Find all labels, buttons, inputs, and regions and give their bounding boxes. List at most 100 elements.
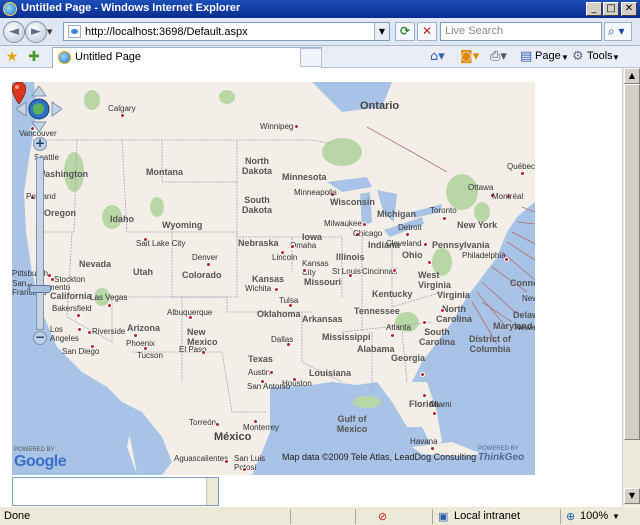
status-divider	[290, 509, 291, 524]
zoom-in-button[interactable]: +	[33, 137, 47, 151]
city-marker[interactable]	[224, 459, 229, 464]
city-marker[interactable]	[290, 244, 295, 249]
textarea-scrollbar[interactable]	[206, 478, 218, 505]
city-label: Chicago	[353, 229, 383, 238]
add-favorite-icon[interactable]: ✚	[26, 49, 42, 65]
city-marker[interactable]	[107, 303, 112, 308]
protected-mode-icon[interactable]: ⊘	[378, 510, 387, 523]
zoom-slider-handle[interactable]	[29, 285, 51, 293]
city-marker[interactable]	[286, 342, 291, 347]
city-marker[interactable]	[422, 393, 427, 398]
page-icon	[68, 25, 81, 38]
home-icon[interactable]: ⌂▾	[430, 49, 445, 64]
city-marker[interactable]	[143, 346, 148, 351]
zoom-out-button[interactable]: −	[33, 331, 47, 345]
zoom-icon[interactable]: ⊕	[566, 510, 575, 523]
city-marker[interactable]	[348, 273, 353, 278]
city-marker[interactable]	[442, 216, 447, 221]
city-marker[interactable]	[206, 262, 211, 267]
city-marker[interactable]	[440, 308, 445, 313]
city-marker[interactable]	[423, 242, 428, 247]
maximize-button[interactable]: □	[603, 2, 619, 16]
scroll-thumb[interactable]	[624, 84, 640, 440]
city-marker[interactable]	[201, 350, 206, 355]
address-url[interactable]: http://localhost:3698/Default.aspx	[85, 26, 248, 38]
city-marker[interactable]	[294, 124, 299, 129]
refresh-button[interactable]: ⟳	[395, 22, 415, 41]
city-marker[interactable]	[87, 330, 92, 335]
address-field[interactable]: http://localhost:3698/Default.aspx ▼	[63, 22, 390, 41]
city-label: Monterrey	[243, 423, 280, 432]
new-tab-button[interactable]	[300, 48, 322, 67]
text-area[interactable]	[12, 477, 219, 506]
city-label: New	[522, 294, 535, 303]
city-marker[interactable]	[405, 232, 410, 237]
city-marker[interactable]	[215, 422, 220, 427]
city-marker[interactable]	[50, 277, 55, 282]
city-marker[interactable]	[280, 250, 285, 255]
zoom-slider-track[interactable]	[36, 157, 44, 330]
history-dropdown-icon[interactable]: ▼	[47, 28, 52, 36]
close-button[interactable]: ✕	[621, 2, 637, 16]
scroll-down-icon[interactable]: ▼	[624, 488, 640, 504]
city-marker[interactable]	[420, 372, 425, 377]
city-marker[interactable]	[504, 257, 509, 262]
city-marker[interactable]	[120, 113, 125, 118]
city-marker[interactable]	[292, 377, 297, 382]
tools-gear-icon[interactable]: ⚙	[572, 49, 584, 64]
city-marker[interactable]	[422, 320, 427, 325]
city-marker[interactable]	[143, 237, 148, 242]
state-label: Mississippi	[322, 332, 371, 342]
tab-untitled-page[interactable]: Untitled Page	[52, 47, 322, 68]
page-menu-arrow-icon: ▼	[561, 53, 569, 62]
city-marker[interactable]	[77, 327, 82, 332]
city-label: Miami	[430, 400, 452, 409]
page-menu[interactable]: Page	[535, 50, 561, 62]
city-marker[interactable]	[274, 287, 279, 292]
city-marker[interactable]	[362, 222, 367, 227]
city-marker[interactable]	[253, 419, 258, 424]
feeds-icon[interactable]: ◙▾	[460, 49, 479, 64]
city-marker[interactable]	[427, 260, 432, 265]
scroll-up-icon[interactable]: ▲	[624, 68, 640, 84]
city-marker[interactable]	[133, 333, 138, 338]
city-marker[interactable]	[288, 303, 293, 308]
city-label: Calgary	[108, 104, 136, 113]
page-menu-icon[interactable]: ▤	[520, 49, 532, 64]
zoom-level[interactable]: 100%	[580, 510, 608, 522]
state-label: South Carolina	[418, 327, 455, 347]
city-marker[interactable]	[392, 268, 397, 273]
address-dropdown-icon[interactable]: ▼	[374, 23, 389, 40]
print-icon[interactable]: ⎙▾	[490, 49, 507, 64]
favorites-star-icon[interactable]: ★	[4, 49, 20, 65]
city-marker[interactable]	[432, 411, 437, 416]
zoom-dropdown-icon[interactable]: ▼	[612, 512, 620, 521]
city-marker[interactable]	[76, 313, 81, 318]
city-marker[interactable]	[269, 370, 274, 375]
security-zone-label[interactable]: Local intranet	[454, 510, 520, 522]
minimize-button[interactable]: _	[586, 2, 602, 16]
status-divider	[432, 509, 433, 524]
city-marker[interactable]	[188, 315, 193, 320]
forward-button[interactable]: ►	[25, 21, 47, 43]
search-icon[interactable]: ⌕ ▾	[604, 22, 632, 41]
city-marker[interactable]	[242, 467, 247, 472]
state-label: North Dakota	[241, 156, 272, 176]
tools-menu[interactable]: Tools	[587, 50, 613, 62]
map-view[interactable]: Ontario Québec México Washington Montana…	[12, 82, 535, 475]
stop-button[interactable]: ✕	[417, 22, 437, 41]
search-input[interactable]: Live Search	[440, 22, 602, 41]
pan-compass-icon[interactable]	[16, 86, 62, 132]
window-title: Untitled Page - Windows Internet Explore…	[21, 2, 241, 14]
city-marker[interactable]	[520, 171, 525, 176]
state-label: New York	[457, 220, 498, 230]
city-marker[interactable]	[260, 379, 265, 384]
back-button[interactable]: ◄	[3, 21, 25, 43]
city-marker[interactable]	[302, 268, 307, 273]
state-label: Oklahoma	[257, 309, 301, 319]
city-marker[interactable]	[390, 333, 395, 338]
city-marker[interactable]	[430, 446, 435, 451]
city-label: Aguascalientes	[174, 454, 229, 463]
city-marker[interactable]	[90, 344, 95, 349]
vertical-scrollbar[interactable]: ▲ ▼	[622, 68, 640, 506]
